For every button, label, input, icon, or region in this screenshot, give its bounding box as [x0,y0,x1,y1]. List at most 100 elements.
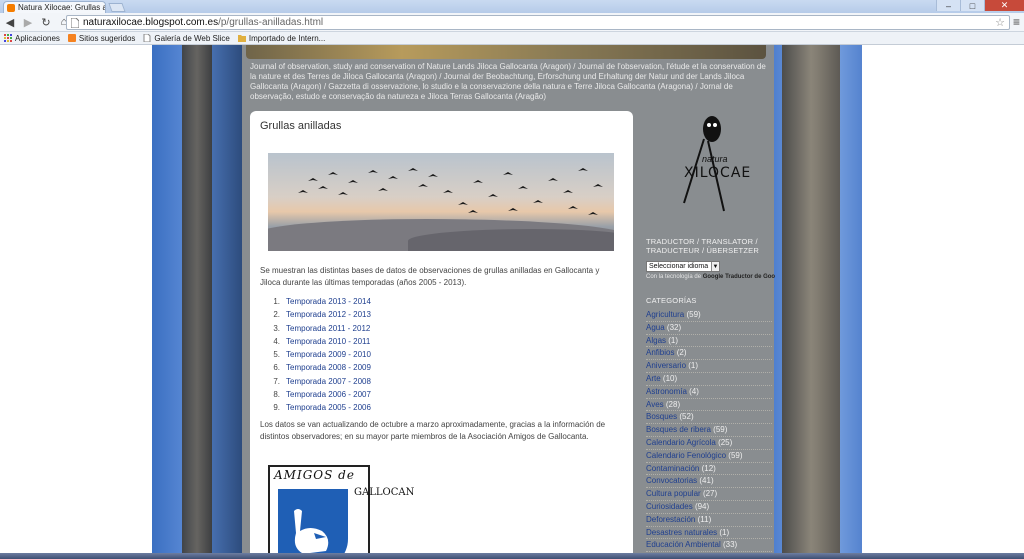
bookmark-sitios-sugeridos[interactable]: Sitios sugeridos [67,34,135,43]
bookmarks-bar: Aplicaciones Sitios sugeridos Galería de… [0,32,1024,45]
orange-square-icon [67,34,76,42]
category-item: Agricultura (59) [646,309,772,322]
post-title: Grullas anilladas [260,120,342,132]
category-item: Bosques de ribera (59) [646,424,772,437]
folder-icon [237,35,246,42]
category-link[interactable]: Algas [646,336,666,345]
category-link[interactable]: Deforestación [646,515,695,524]
logo-text: AMIGOS de [274,468,355,482]
season-link[interactable]: Temporada 2008 - 2009 [286,361,371,374]
category-item: Agua (32) [646,322,772,335]
bookmark-aplicaciones[interactable]: Aplicaciones [4,34,60,43]
title-bar: Natura Xilocae: Grullas an × – □ ✕ [0,0,1024,13]
minimize-button[interactable]: – [936,0,960,11]
language-select[interactable]: Seleccionar idioma ▼ [646,261,720,272]
list-item: 9. Temporada 2005 - 2006 [270,401,371,414]
background-tree-left [152,45,242,559]
translator-link[interactable]: Traductor de Goo [725,274,775,280]
category-link[interactable]: Anfibios [646,348,674,357]
category-link[interactable]: Arte [646,374,661,383]
list-item: 4. Temporada 2010 - 2011 [270,335,371,348]
category-item: Aves (28) [646,399,772,412]
season-link[interactable]: Temporada 2012 - 2013 [286,308,371,321]
back-arrow-icon[interactable]: ◀ [4,16,16,29]
category-link[interactable]: Contaminación [646,464,699,473]
category-item: Calendario Agrícola (25) [646,437,772,450]
category-link[interactable]: Convocatorias [646,476,697,485]
amigos-gallocanta-logo[interactable]: AMIGOS de GALLOCAN [268,465,415,559]
menu-wrench-icon[interactable]: ≡ [1013,15,1020,29]
list-item: 1. Temporada 2013 - 2014 [270,295,371,308]
category-item: Curiosidades (94) [646,501,772,514]
category-link[interactable]: Curiosidades [646,502,693,511]
seasons-list: 1. Temporada 2013 - 2014 2. Temporada 2012… [270,295,371,415]
browser-toolbar: ◀ ▶ ↻ ⌂ naturaxilocae.blogspot.com.es/p/… [0,13,1024,32]
category-item: Bosques (52) [646,411,772,425]
category-link[interactable]: Desastres naturales [646,528,717,537]
category-item: Anfibios (2) [646,347,772,361]
maximize-button[interactable]: □ [960,0,984,11]
crane-icon [294,509,329,559]
category-item: Contaminación (12) [646,463,772,476]
blog-description: Journal of observation, study and conser… [250,62,766,101]
list-item: 6. Temporada 2008 - 2009 [270,361,371,374]
chevron-down-icon: ▼ [711,262,719,271]
season-link[interactable]: Temporada 2007 - 2008 [286,375,371,388]
blogger-favicon-icon [7,3,15,12]
list-item: 2. Temporada 2012 - 2013 [270,308,371,321]
category-item: Aniversario (1) [646,360,772,373]
category-item: Algas (1) [646,335,772,348]
season-link[interactable]: Temporada 2010 - 2011 [286,335,370,348]
post-area: Grullas anilladas Se muestran las distin… [250,111,633,559]
list-item: 5. Temporada 2009 - 2010 [270,348,371,361]
category-link[interactable]: Agricultura [646,310,684,319]
cranes-photo [268,153,614,251]
season-link[interactable]: Temporada 2011 - 2012 [286,322,370,335]
category-link[interactable]: Agua [646,323,665,332]
os-taskbar [0,553,1024,559]
categories-list: Agricultura (59) Agua (32) Algas (1) Anf… [646,309,772,553]
category-link[interactable]: Bosques [646,412,677,421]
category-link[interactable]: Calendario Agrícola [646,438,716,447]
bookmark-star-icon[interactable]: ☆ [995,16,1005,29]
season-link[interactable]: Temporada 2009 - 2010 [286,348,371,361]
category-link[interactable]: Aniversario [646,361,686,370]
category-item: Calendario Fenológico (59) [646,450,772,463]
category-link[interactable]: Aves [646,400,664,409]
post-intro: Se muestran las distintas bases de datos… [260,266,600,287]
category-item: Educación Ambiental (33) [646,539,772,553]
season-link[interactable]: Temporada 2006 - 2007 [286,388,371,401]
header-banner [246,45,766,59]
season-link[interactable]: Temporada 2013 - 2014 [286,295,371,308]
bookmark-importado[interactable]: Importado de Intern... [237,34,325,43]
category-link[interactable]: Calendario Fenológico [646,451,726,460]
forward-arrow-icon[interactable]: ▶ [22,16,34,29]
page-icon [143,34,151,42]
categories-heading: CATEGORÍAS [646,296,697,305]
logo-side-text: GALLOCAN [354,487,415,498]
category-item: Arte (10) [646,373,772,386]
page-margin-right [862,45,1024,559]
new-tab-button[interactable] [108,3,126,12]
apps-grid-icon [4,34,12,42]
category-link[interactable]: Educación Ambiental [646,540,721,549]
page-icon [71,17,79,28]
tab-title: Natura Xilocae: Grullas an [18,3,106,12]
close-window-button[interactable]: ✕ [984,0,1024,11]
category-link[interactable]: Bosques de ribera [646,425,711,434]
address-bar[interactable]: naturaxilocae.blogspot.com.es/p/grullas-… [66,15,1010,30]
brand-natura: natura [702,154,728,164]
category-item: Desastres naturales (1) [646,527,772,540]
google-brand: Google [702,274,724,280]
translator-heading: TRADUCTOR / TRANSLATOR / TRADUCTEUR / ÜB… [646,237,759,255]
category-link[interactable]: Cultura popular [646,489,701,498]
page-margin-left [0,45,152,559]
bookmark-galeria-web-slice[interactable]: Galería de Web Slice [143,34,230,43]
category-link[interactable]: Astronomía [646,387,687,396]
url-host: naturaxilocae.blogspot.com.es [83,17,219,28]
browser-tab[interactable]: Natura Xilocae: Grullas an × [3,1,106,13]
url-path: /p/grullas-anilladas.html [218,17,324,28]
category-item: Cultura popular (27) [646,488,772,501]
season-link[interactable]: Temporada 2005 - 2006 [286,401,371,414]
reload-icon[interactable]: ↻ [40,16,52,29]
